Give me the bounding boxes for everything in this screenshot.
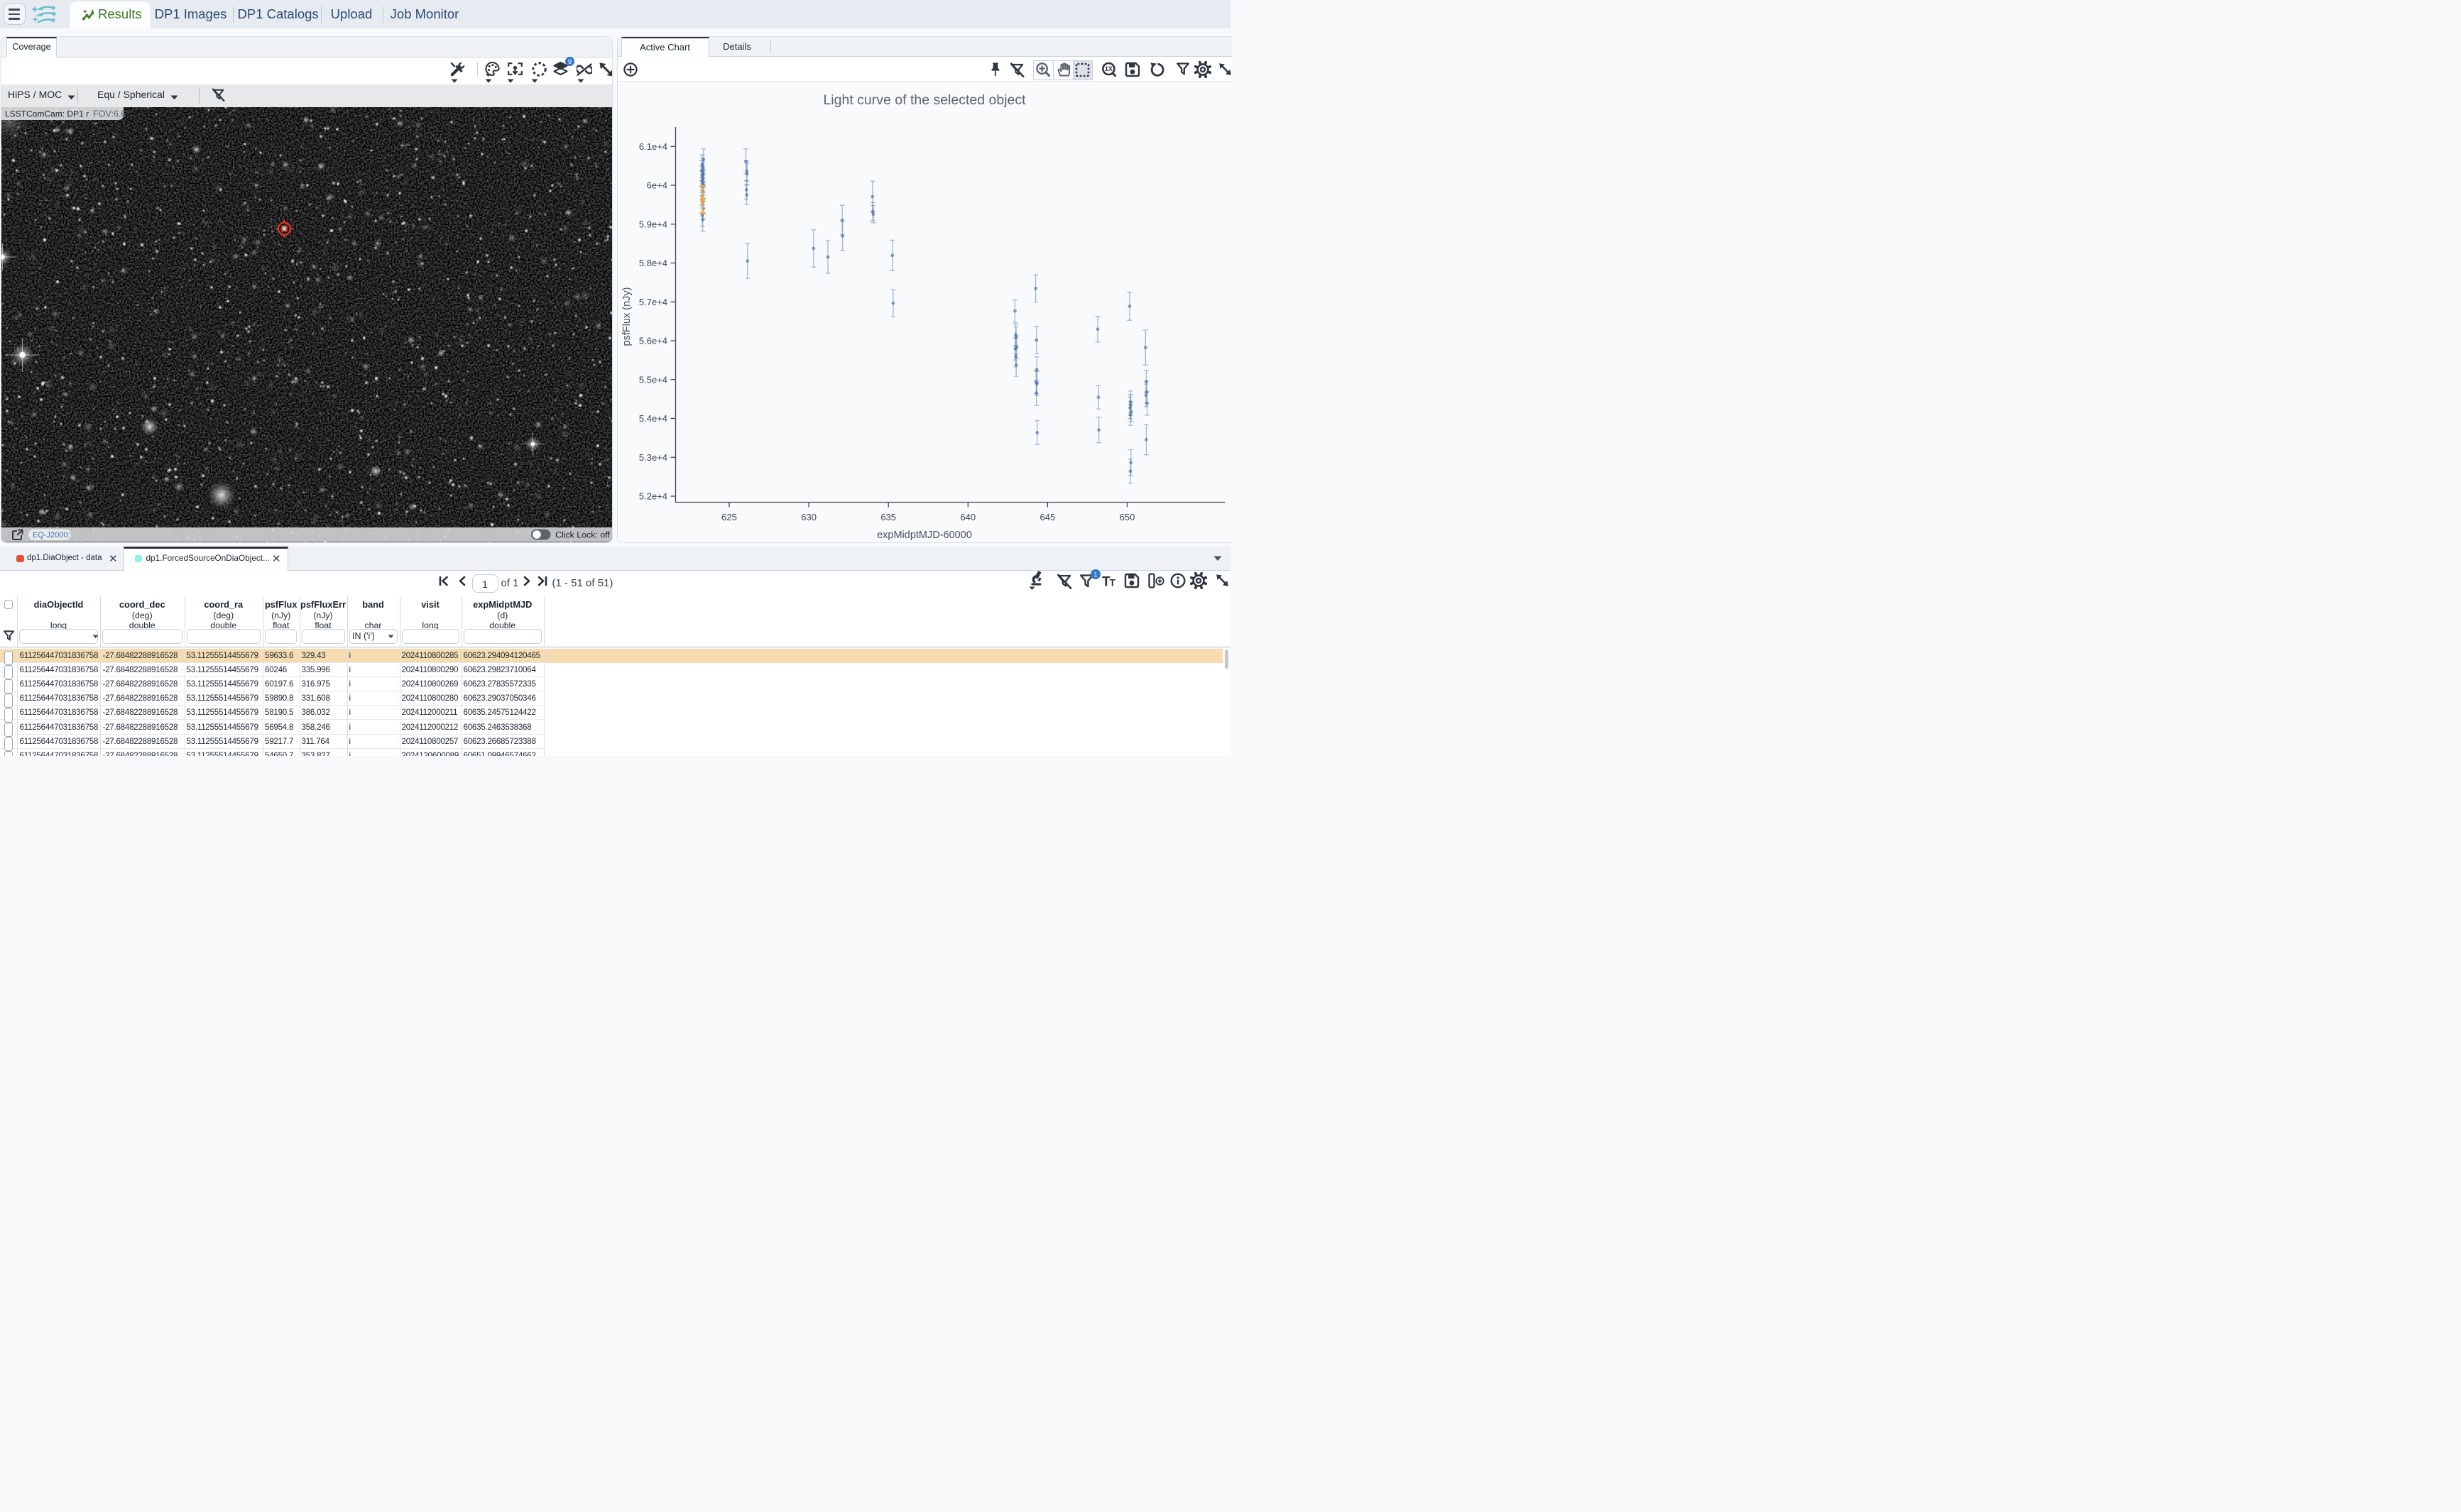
svg-text:5.4e+4: 5.4e+4 [638,413,667,424]
svg-text:LSSTComCam: DP1 r: LSSTComCam: DP1 r [5,109,89,119]
svg-text:psfFlux (nJy): psfFlux (nJy) [621,287,633,346]
svg-text:9: 9 [567,58,571,66]
svg-text:640: 640 [960,512,976,522]
svg-text:Light curve of the selected ob: Light curve of the selected object [823,92,1026,108]
svg-text:5.8e+4: 5.8e+4 [638,258,667,268]
svg-text:6.1e+4: 6.1e+4 [638,141,667,152]
svg-text:6e+4: 6e+4 [646,180,667,191]
svg-text:5.9e+4: 5.9e+4 [638,219,667,229]
svg-text:expMidptMJD-60000: expMidptMJD-60000 [877,530,972,541]
svg-text:EQ-J2000:: EQ-J2000: [33,531,70,539]
svg-text:1: 1 [1093,571,1097,579]
svg-text:Click Lock: off: Click Lock: off [555,530,610,539]
svg-text:1X: 1X [1104,65,1112,72]
svg-text:650: 650 [1119,512,1135,522]
svg-text:5.6e+4: 5.6e+4 [638,336,667,346]
svg-text:5.3e+4: 5.3e+4 [638,452,667,463]
svg-text:FOV:6.6': FOV:6.6' [93,109,128,119]
svg-text:T: T [1110,577,1116,588]
svg-text:5.5e+4: 5.5e+4 [638,374,667,385]
svg-text:625: 625 [721,512,737,522]
svg-text:5.7e+4: 5.7e+4 [638,297,667,307]
svg-text:5.2e+4: 5.2e+4 [638,491,667,502]
svg-text:645: 645 [1039,512,1055,522]
svg-text:630: 630 [801,512,817,522]
svg-text:635: 635 [880,512,896,522]
